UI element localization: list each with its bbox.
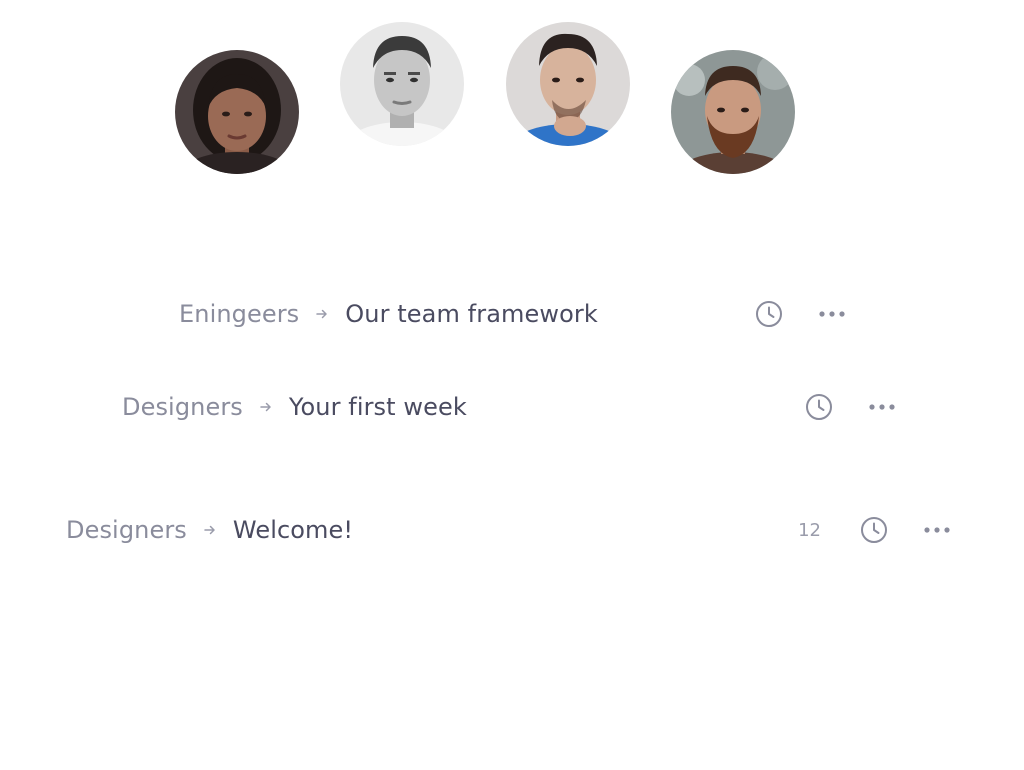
clock-icon[interactable]	[859, 515, 889, 545]
avatar-2-portrait	[340, 22, 464, 146]
avatar-3[interactable]	[506, 22, 630, 146]
breadcrumb-page-title[interactable]: Welcome!	[233, 516, 353, 544]
arrow-right-icon	[187, 510, 233, 550]
clock-icon[interactable]	[754, 299, 784, 329]
view-count: 12	[798, 519, 821, 541]
arrow-right-icon	[243, 387, 289, 427]
more-horizontal-icon[interactable]	[922, 515, 952, 545]
more-horizontal-icon[interactable]	[817, 299, 847, 329]
arrow-right-icon	[299, 294, 345, 334]
breadcrumb-page-title[interactable]: Your first week	[289, 393, 467, 421]
avatar-1-portrait	[175, 50, 299, 174]
breadcrumb-parent[interactable]: Designers	[66, 516, 187, 544]
avatar-2[interactable]	[340, 22, 464, 146]
breadcrumb: Designers Your first week	[122, 387, 467, 427]
breadcrumb-parent[interactable]: Eningeers	[179, 300, 299, 328]
avatar-1[interactable]	[175, 50, 299, 174]
avatar-4[interactable]	[671, 50, 795, 174]
breadcrumb: Eningeers Our team framework	[179, 294, 598, 334]
avatar-4-portrait	[671, 50, 795, 174]
breadcrumb-page-title[interactable]: Our team framework	[345, 300, 598, 328]
doc-row[interactable]: Designers Your first week	[122, 387, 897, 427]
avatar-3-portrait	[506, 22, 630, 146]
breadcrumb: Designers Welcome!	[66, 510, 353, 550]
clock-icon[interactable]	[804, 392, 834, 422]
doc-row[interactable]: Designers Welcome! 12	[66, 510, 952, 550]
more-horizontal-icon[interactable]	[867, 392, 897, 422]
breadcrumb-parent[interactable]: Designers	[122, 393, 243, 421]
doc-row[interactable]: Eningeers Our team framework	[179, 294, 847, 334]
